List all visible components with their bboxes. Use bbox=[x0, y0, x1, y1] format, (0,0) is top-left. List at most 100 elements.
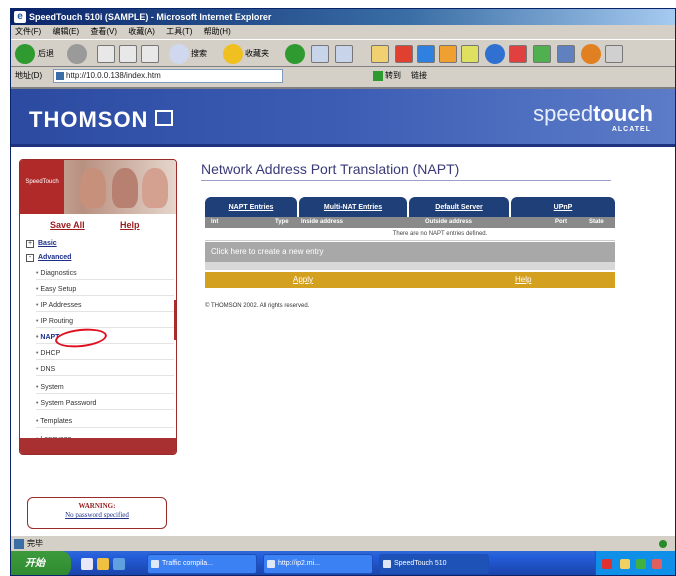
quick-launch-ie-icon[interactable] bbox=[81, 558, 93, 570]
status-text: 完毕 bbox=[27, 539, 43, 548]
media-icon[interactable] bbox=[417, 45, 435, 63]
menu-help[interactable]: 帮助(H) bbox=[204, 27, 231, 36]
no-password-link[interactable]: No password specified bbox=[28, 511, 166, 519]
folder-icon[interactable] bbox=[371, 45, 389, 63]
status-bar: 完毕 bbox=[11, 535, 675, 551]
table-footer-spacer bbox=[205, 262, 615, 270]
go-button[interactable]: 转到 bbox=[371, 69, 405, 83]
sidebar-item-ip-routing[interactable]: IP Routing bbox=[36, 316, 174, 328]
tool-icon[interactable] bbox=[533, 45, 551, 63]
internet-zone-icon bbox=[659, 540, 667, 548]
stop-icon[interactable] bbox=[97, 45, 115, 63]
search-label[interactable]: 搜索 bbox=[191, 44, 207, 64]
site-header: THOMSON speedtouch ALCATEL bbox=[11, 89, 675, 147]
sidebar-photo: SpeedTouch bbox=[20, 160, 176, 214]
tray-volume-icon[interactable] bbox=[652, 559, 662, 569]
taskbar: 开始 Traffic compila... http://ip2.mi... S… bbox=[11, 551, 675, 575]
browser-toolbar: 后退 搜索 收藏夹 bbox=[11, 39, 675, 67]
tab-multi-nat-entries[interactable]: Multi-NAT Entries bbox=[299, 197, 407, 217]
tab-napt-entries[interactable]: NAPT Entries bbox=[205, 197, 297, 217]
sidebar-group-basic[interactable]: + Basic bbox=[26, 238, 57, 250]
menu-edit[interactable]: 编辑(E) bbox=[52, 27, 79, 36]
tray-status-icon[interactable] bbox=[636, 559, 646, 569]
menu-tools[interactable]: 工具(T) bbox=[166, 27, 192, 36]
calendar-icon[interactable] bbox=[557, 45, 575, 63]
sidebar-item-dhcp[interactable]: DHCP bbox=[36, 348, 174, 360]
sidebar-item-diagnostics[interactable]: Diagnostics bbox=[36, 268, 174, 280]
person-photo-icon bbox=[112, 168, 138, 208]
tray-network-icon[interactable] bbox=[620, 559, 630, 569]
sidebar: SpeedTouch Save All Help + Basic - Advan… bbox=[19, 159, 177, 455]
tray-alert-icon[interactable] bbox=[602, 559, 612, 569]
url-input[interactable]: http://10.0.0.138/index.htm bbox=[53, 69, 283, 83]
person-photo-icon bbox=[142, 168, 168, 208]
task-speedtouch[interactable]: SpeedTouch 510 bbox=[379, 554, 489, 574]
warning-title: WARNING: bbox=[78, 502, 116, 510]
menu-view[interactable]: 查看(V) bbox=[90, 27, 117, 36]
menu-favorites[interactable]: 收藏(A) bbox=[128, 27, 155, 36]
speedtouch-logo-bold: touch bbox=[593, 101, 653, 126]
start-button[interactable]: 开始 bbox=[11, 551, 71, 575]
favorites-icon[interactable] bbox=[223, 44, 243, 64]
save-all-link[interactable]: Save All bbox=[50, 218, 85, 232]
column-header-outside: Outside address bbox=[425, 219, 473, 225]
extra-icon[interactable] bbox=[605, 45, 623, 63]
tab-default-server[interactable]: Default Server bbox=[409, 197, 509, 217]
person-photo-icon bbox=[80, 168, 106, 208]
thomson-logo: THOMSON bbox=[29, 107, 149, 132]
expand-icon[interactable]: + bbox=[26, 240, 34, 248]
print-icon[interactable] bbox=[335, 45, 353, 63]
tab-upnp[interactable]: UPnP bbox=[511, 197, 615, 217]
url-text: http://10.0.0.138/index.htm bbox=[66, 71, 161, 80]
forward-icon[interactable] bbox=[67, 44, 87, 64]
globe-icon[interactable] bbox=[485, 44, 505, 64]
sidebar-item-system-password[interactable]: System Password bbox=[36, 398, 174, 410]
window-title-bar[interactable]: e SpeedTouch 510i (SAMPLE) - Microsoft I… bbox=[11, 9, 675, 25]
system-tray bbox=[595, 551, 675, 575]
sidebar-item-templates[interactable]: Templates bbox=[36, 416, 174, 428]
history-icon[interactable] bbox=[285, 44, 305, 64]
search-icon[interactable] bbox=[169, 44, 189, 64]
task-traffic[interactable]: Traffic compila... bbox=[147, 554, 257, 574]
help-footer-link[interactable]: Help bbox=[515, 272, 531, 288]
alcatel-logo: ALCATEL bbox=[611, 126, 651, 133]
chat-icon[interactable] bbox=[439, 45, 457, 63]
messenger-icon[interactable] bbox=[581, 44, 601, 64]
home-icon[interactable] bbox=[141, 45, 159, 63]
sidebar-group-label: Advanced bbox=[38, 254, 72, 261]
page-title: Network Address Port Translation (NAPT) bbox=[201, 161, 460, 177]
sidebar-item-dns[interactable]: DNS bbox=[36, 364, 174, 376]
quick-launch-desktop-icon[interactable] bbox=[113, 558, 125, 570]
shield-icon[interactable] bbox=[395, 45, 413, 63]
collapse-icon[interactable]: - bbox=[26, 254, 34, 262]
help-link[interactable]: Help bbox=[120, 218, 140, 232]
favorites-label[interactable]: 收藏夹 bbox=[245, 44, 269, 64]
refresh-icon[interactable] bbox=[119, 45, 137, 63]
empty-table-message: There are no NAPT entries defined. bbox=[205, 228, 615, 241]
quick-launch-folder-icon[interactable] bbox=[97, 558, 109, 570]
create-entry-link[interactable]: Click here to create a new entry bbox=[205, 242, 615, 262]
warning-box: WARNING: No password specified bbox=[27, 497, 167, 529]
sidebar-item-ip-addresses[interactable]: IP Addresses bbox=[36, 300, 174, 312]
page-loaded-icon bbox=[14, 539, 24, 549]
title-divider bbox=[201, 180, 611, 181]
sidebar-group-advanced[interactable]: - Advanced bbox=[26, 252, 71, 264]
links-label[interactable]: 链接 bbox=[411, 67, 427, 85]
thomson-mark-icon bbox=[155, 110, 173, 126]
apply-link[interactable]: Apply bbox=[293, 272, 313, 288]
copyright-text: © THOMSON 2002. All rights reserved. bbox=[205, 303, 310, 309]
notes-icon[interactable] bbox=[509, 45, 527, 63]
back-icon[interactable] bbox=[15, 44, 35, 64]
sidebar-item-easy-setup[interactable]: Easy Setup bbox=[36, 284, 174, 296]
sidebar-divider bbox=[174, 300, 176, 340]
sidebar-item-system[interactable]: System bbox=[36, 382, 174, 394]
person-icon[interactable] bbox=[461, 45, 479, 63]
page-viewport: THOMSON speedtouch ALCATEL SpeedTouch Sa… bbox=[11, 87, 675, 535]
browser-window: e SpeedTouch 510i (SAMPLE) - Microsoft I… bbox=[10, 8, 676, 576]
menu-file[interactable]: 文件(F) bbox=[15, 27, 41, 36]
mail-icon[interactable] bbox=[311, 45, 329, 63]
back-label[interactable]: 后退 bbox=[38, 44, 54, 64]
task-http[interactable]: http://ip2.mi... bbox=[263, 554, 373, 574]
action-bar: Apply Help bbox=[205, 272, 615, 288]
column-header-state: State bbox=[589, 219, 604, 225]
